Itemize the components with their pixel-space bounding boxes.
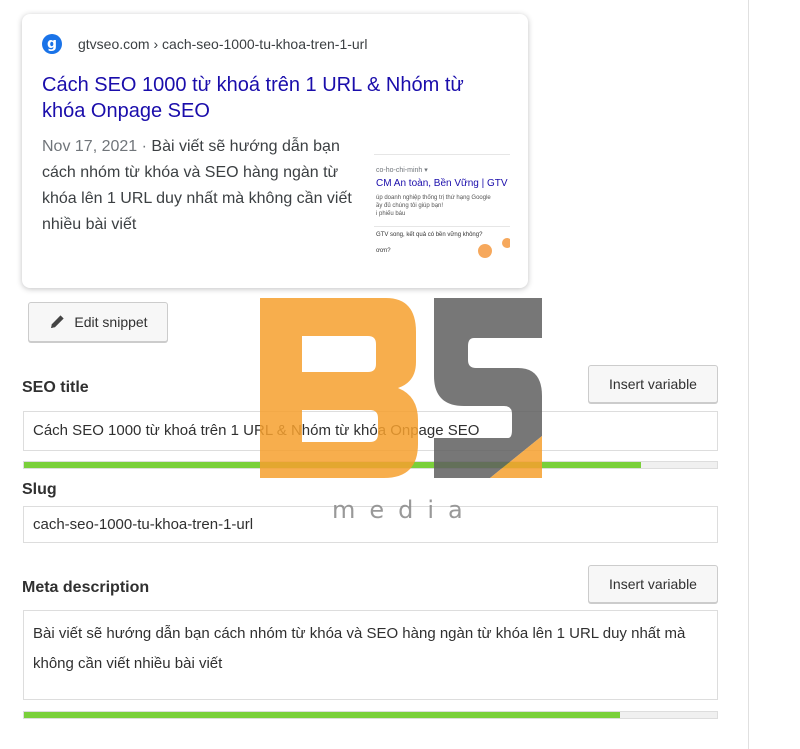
insert-variable-label: Insert variable: [609, 576, 697, 592]
thumb-headline: CM An toàn, Bền Vững | GTV S: [376, 178, 510, 189]
thumb-footer: ơơn?: [376, 248, 391, 254]
edit-snippet-button[interactable]: Edit snippet: [28, 302, 168, 342]
google-preview-card: g gtvseo.com › cach-seo-1000-tu-khoa-tre…: [22, 14, 528, 288]
slug-value: cach-seo-1000-tu-khoa-tren-1-url: [33, 516, 254, 533]
edit-snippet-label: Edit snippet: [74, 314, 148, 330]
insert-variable-button[interactable]: Insert variable: [588, 365, 718, 403]
slug-label: Slug: [22, 481, 57, 498]
thumb-divider: [374, 154, 510, 155]
meta-description-label: Meta description: [22, 579, 150, 596]
site-favicon-icon: g: [42, 34, 62, 54]
pencil-icon: [51, 315, 65, 328]
seo-title-label: SEO title: [22, 379, 89, 396]
meta-description-value: Bài viết sẽ hướng dẫn bạn cách nhóm từ k…: [33, 625, 686, 672]
thumb-question: GTV song, kết quả có bền vững không?: [376, 232, 483, 238]
seo-title-value: Cách SEO 1000 từ khoá trên 1 URL & Nhóm …: [33, 422, 480, 439]
thumb-dot: [502, 238, 510, 248]
thumb-divider: [374, 226, 510, 227]
seo-title-input[interactable]: Cách SEO 1000 từ khoá trên 1 URL & Nhóm …: [23, 411, 718, 451]
thumb-lines: úp doanh nghiệp thống trị thứ hạng Googl…: [376, 195, 491, 217]
insert-variable-button[interactable]: Insert variable: [588, 565, 718, 603]
seo-title-progress-fill: [24, 462, 641, 468]
seo-title-progress: [23, 461, 718, 469]
preview-date: Nov 17, 2021 ·: [42, 138, 152, 155]
meta-description-progress-fill: [24, 712, 620, 718]
insert-variable-label: Insert variable: [609, 376, 697, 392]
preview-breadcrumb: gtvseo.com › cach-seo-1000-tu-khoa-tren-…: [78, 36, 368, 52]
meta-description-textarea[interactable]: Bài viết sẽ hướng dẫn bạn cách nhóm từ k…: [23, 610, 718, 700]
panel-divider: [748, 0, 749, 749]
preview-title[interactable]: Cách SEO 1000 từ khoá trên 1 URL & Nhóm …: [42, 72, 482, 124]
thumb-dot: [478, 244, 492, 258]
thumb-crumb: co-ho-chi-minh ▾: [376, 167, 428, 174]
slug-input[interactable]: cach-seo-1000-tu-khoa-tren-1-url: [23, 506, 718, 543]
preview-thumbnail: co-ho-chi-minh ▾ CM An toàn, Bền Vững | …: [374, 142, 510, 274]
meta-description-progress: [23, 711, 718, 719]
preview-description-block: Nov 17, 2021 · Bài viết sẽ hướng dẫn bạn…: [42, 134, 352, 238]
